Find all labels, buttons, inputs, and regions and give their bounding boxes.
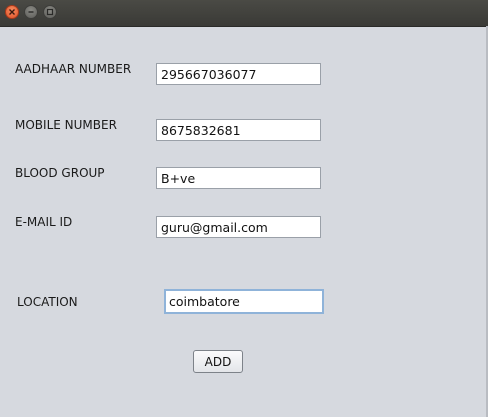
- close-icon[interactable]: [5, 5, 19, 19]
- mobile-label: MOBILE NUMBER: [15, 118, 117, 132]
- aadhaar-label: AADHAAR NUMBER: [15, 62, 132, 76]
- add-button[interactable]: ADD: [193, 350, 243, 373]
- title-bar[interactable]: [0, 0, 488, 27]
- maximize-icon[interactable]: [43, 5, 57, 19]
- email-label: E-MAIL ID: [15, 215, 73, 229]
- aadhaar-field[interactable]: [156, 63, 321, 85]
- location-label: LOCATION: [17, 295, 78, 309]
- minimize-icon[interactable]: [24, 5, 38, 19]
- app-window: AADHAAR NUMBER MOBILE NUMBER BLOOD GROUP…: [0, 0, 488, 417]
- blood-group-field[interactable]: [156, 167, 321, 189]
- mobile-field[interactable]: [156, 119, 321, 141]
- blood-group-label: BLOOD GROUP: [15, 166, 105, 180]
- email-field[interactable]: [156, 216, 321, 238]
- location-field[interactable]: [164, 289, 324, 314]
